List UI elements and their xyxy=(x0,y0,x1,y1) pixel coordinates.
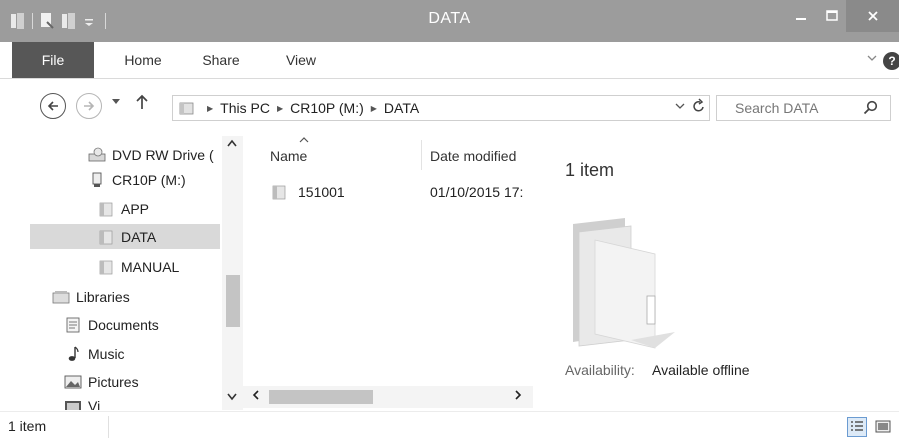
folder-icon xyxy=(179,101,194,115)
nav-item-label: MANUAL xyxy=(121,258,180,275)
chevron-right-icon[interactable]: ▶ xyxy=(207,104,213,113)
column-header-name[interactable]: Name xyxy=(270,148,307,164)
large-icons-view-icon xyxy=(875,420,891,433)
file-list-horizontal-scrollbar[interactable] xyxy=(243,386,533,408)
back-button[interactable] xyxy=(40,93,66,119)
ribbon-tabs: File Home Share View ? xyxy=(0,42,899,79)
nav-item-dvd-drive[interactable]: DVD RW Drive ( xyxy=(88,142,222,167)
nav-item-label: DATA xyxy=(121,228,157,245)
nav-item-data[interactable]: DATA xyxy=(30,224,220,249)
nav-pane-scrollbar[interactable] xyxy=(222,136,243,410)
maximize-icon xyxy=(826,10,838,21)
address-row: ▶ This PC ▶ CR10P (M:) ▶ DATA Search DAT… xyxy=(0,80,899,136)
nav-item-pictures[interactable]: Pictures xyxy=(64,369,222,394)
scroll-right-icon[interactable] xyxy=(513,388,523,404)
file-list-header: Name Date modified xyxy=(243,136,533,176)
nav-item-documents[interactable]: Documents xyxy=(64,312,222,337)
chevron-right-icon[interactable]: ▶ xyxy=(277,104,283,113)
details-pane: 1 item Availability: Available offline xyxy=(540,136,899,410)
libraries-icon xyxy=(52,288,70,306)
nav-item-label: Libraries xyxy=(76,288,130,305)
availability-label: Availability: xyxy=(565,362,635,378)
close-icon xyxy=(867,11,878,21)
music-icon xyxy=(64,345,82,363)
refresh-icon[interactable] xyxy=(692,98,706,118)
arrow-right-icon xyxy=(84,101,95,111)
status-divider xyxy=(108,416,109,438)
file-name: 151001 xyxy=(298,184,345,200)
chevron-down-icon[interactable] xyxy=(675,101,685,114)
navigation-pane: DVD RW Drive ( CR10P (M:) APP DATA MANUA… xyxy=(0,136,243,410)
file-row[interactable]: 151001 01/10/2015 17: xyxy=(243,176,533,206)
nav-item-label: Documents xyxy=(88,316,159,333)
dvd-drive-icon xyxy=(88,146,106,164)
large-folder-icon xyxy=(565,214,685,354)
breadcrumb-drive[interactable]: CR10P (M:) xyxy=(290,100,364,116)
nav-item-videos[interactable]: Vi xyxy=(64,398,222,410)
search-input[interactable]: Search DATA xyxy=(735,100,819,116)
scroll-up-icon[interactable] xyxy=(226,138,238,151)
availability-value: Available offline xyxy=(652,362,750,378)
arrow-left-icon xyxy=(47,101,58,111)
documents-icon xyxy=(64,316,82,334)
forward-button[interactable] xyxy=(76,93,102,119)
tab-share[interactable]: Share xyxy=(198,42,244,79)
folder-icon xyxy=(97,258,115,276)
column-divider[interactable] xyxy=(421,140,422,170)
videos-icon xyxy=(64,398,82,410)
nav-item-music[interactable]: Music xyxy=(64,341,222,366)
folder-icon xyxy=(97,200,115,218)
tab-view[interactable]: View xyxy=(280,42,322,79)
search-box[interactable]: Search DATA xyxy=(716,95,891,121)
nav-item-cr10p[interactable]: CR10P (M:) xyxy=(88,167,222,192)
details-view-button[interactable] xyxy=(847,417,867,437)
scroll-left-icon[interactable] xyxy=(251,388,261,404)
folder-icon xyxy=(97,228,115,246)
nav-item-libraries[interactable]: Libraries xyxy=(52,284,222,309)
details-item-count: 1 item xyxy=(565,160,615,180)
title-bar: DATA xyxy=(0,0,899,42)
minimize-button[interactable] xyxy=(784,0,818,32)
search-icon[interactable] xyxy=(863,100,881,118)
close-button[interactable] xyxy=(846,0,899,32)
up-button[interactable] xyxy=(135,93,149,116)
folder-icon xyxy=(271,184,287,200)
maximize-button[interactable] xyxy=(818,0,846,32)
large-icons-view-button[interactable] xyxy=(874,418,892,436)
window-title: DATA xyxy=(428,10,471,27)
scroll-down-icon[interactable] xyxy=(226,392,238,405)
nav-item-label: APP xyxy=(121,200,150,217)
nav-item-label: Vi xyxy=(88,398,101,410)
nav-item-manual[interactable]: MANUAL xyxy=(97,254,222,279)
chevron-right-icon[interactable]: ▶ xyxy=(371,104,377,113)
breadcrumb-data[interactable]: DATA xyxy=(384,100,419,116)
nav-item-label: CR10P (M:) xyxy=(112,171,186,188)
nav-item-label: Music xyxy=(88,345,125,362)
sort-ascending-icon xyxy=(299,136,309,146)
usb-drive-icon xyxy=(88,171,106,189)
minimize-icon xyxy=(796,18,806,20)
breadcrumb-this-pc[interactable]: This PC xyxy=(220,100,270,116)
details-view-icon xyxy=(851,421,863,431)
nav-item-label: Pictures xyxy=(88,373,139,390)
help-icon[interactable]: ? xyxy=(883,52,899,70)
column-header-date-modified[interactable]: Date modified xyxy=(430,148,530,164)
tab-file[interactable]: File xyxy=(12,42,94,78)
recent-locations-icon[interactable] xyxy=(111,98,121,108)
nav-item-label: DVD RW Drive ( xyxy=(112,146,214,163)
expand-ribbon-icon[interactable] xyxy=(866,52,880,66)
address-bar[interactable]: ▶ This PC ▶ CR10P (M:) ▶ DATA xyxy=(172,95,710,121)
nav-item-app[interactable]: APP xyxy=(97,196,222,221)
tab-home[interactable]: Home xyxy=(118,42,168,79)
file-date-modified: 01/10/2015 17: xyxy=(430,184,524,200)
status-bar: 1 item xyxy=(0,411,899,441)
horizontal-scrollbar-thumb[interactable] xyxy=(269,390,373,404)
pictures-icon xyxy=(64,373,82,391)
nav-pane-scrollbar-thumb[interactable] xyxy=(226,275,240,327)
arrow-up-icon xyxy=(136,94,148,109)
status-item-count: 1 item xyxy=(8,418,47,434)
